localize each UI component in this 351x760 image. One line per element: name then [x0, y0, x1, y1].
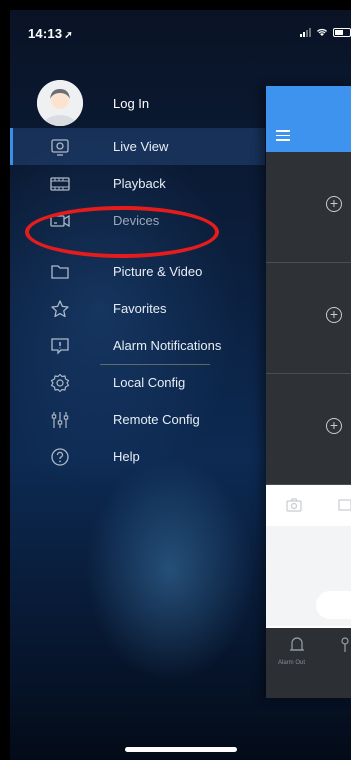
help-icon	[51, 448, 69, 466]
menu-item-live-view[interactable]: Live View	[10, 128, 265, 165]
menu-label: Playback	[113, 176, 166, 191]
ptz-icon[interactable]	[338, 636, 351, 654]
live-view-icon	[51, 139, 69, 156]
add-camera-icon[interactable]: +	[326, 418, 342, 434]
app-screen: 14:13 ➚ Log In Live View Playback Device…	[10, 10, 351, 760]
main-panel-peek[interactable]: + + + Alarm Out	[266, 86, 351, 698]
menu-item-favorites[interactable]: Favorites	[10, 290, 265, 327]
menu-label: Local Config	[113, 375, 186, 390]
avatar[interactable]	[37, 80, 83, 126]
status-bar: 14:13 ➚	[10, 10, 351, 54]
menu-item-alarm-notifications[interactable]: Alarm Notifications	[10, 327, 265, 364]
login-label: Log In	[113, 95, 150, 111]
drawer-menu: Live View Playback Devices Picture & Vid…	[10, 128, 265, 475]
add-camera-icon[interactable]: +	[326, 307, 342, 323]
alarm-out-icon[interactable]	[288, 634, 306, 654]
avatar-person-icon	[37, 80, 83, 126]
menu-item-remote-config[interactable]: Remote Config	[10, 401, 265, 438]
battery-icon	[333, 27, 351, 37]
alarm-message-icon	[51, 338, 69, 355]
panel-bottom-bar: Alarm Out	[266, 628, 351, 698]
hamburger-menu-icon[interactable]	[276, 130, 290, 141]
video-slot-3[interactable]: +	[266, 374, 351, 485]
menu-label: Favorites	[113, 301, 167, 316]
record-icon[interactable]	[338, 498, 351, 512]
alarm-out-label: Alarm Out	[278, 660, 306, 666]
panel-header	[266, 86, 351, 152]
menu-label: Picture & Video	[113, 264, 203, 279]
gear-icon	[50, 373, 70, 393]
menu-label: Live View	[113, 139, 169, 154]
star-icon	[51, 300, 69, 318]
home-indicator[interactable]	[125, 747, 237, 752]
sliders-icon	[51, 412, 69, 428]
menu-item-playback[interactable]: Playback	[10, 165, 265, 202]
login-row[interactable]: Log In	[37, 80, 149, 126]
status-icons	[300, 27, 351, 37]
cellular-signal-icon	[300, 27, 311, 37]
menu-item-help[interactable]: Help	[10, 438, 265, 475]
menu-item-local-config[interactable]: Local Config	[10, 364, 265, 401]
location-arrow-icon: ➚	[64, 30, 73, 41]
annotation-ellipse	[25, 206, 219, 258]
panel-toolbar	[266, 486, 351, 527]
video-slot-1[interactable]: +	[266, 152, 351, 263]
menu-divider	[100, 364, 210, 365]
menu-label: Help	[113, 449, 140, 464]
status-time: 14:13 ➚	[28, 26, 73, 41]
add-camera-icon[interactable]: +	[326, 196, 342, 212]
video-slot-2[interactable]: +	[266, 263, 351, 374]
time-text: 14:13	[28, 26, 63, 41]
wifi-icon	[317, 28, 327, 36]
folder-icon	[51, 265, 69, 279]
camera-snapshot-icon[interactable]	[286, 498, 302, 512]
menu-label: Alarm Notifications	[113, 338, 222, 353]
menu-item-picture-video[interactable]: Picture & Video	[10, 253, 265, 290]
menu-label: Remote Config	[113, 412, 200, 427]
panel-pill-button[interactable]	[316, 591, 351, 619]
phone-frame: 14:13 ➚ Log In Live View Playback Device…	[0, 0, 351, 760]
playback-icon	[50, 177, 70, 191]
